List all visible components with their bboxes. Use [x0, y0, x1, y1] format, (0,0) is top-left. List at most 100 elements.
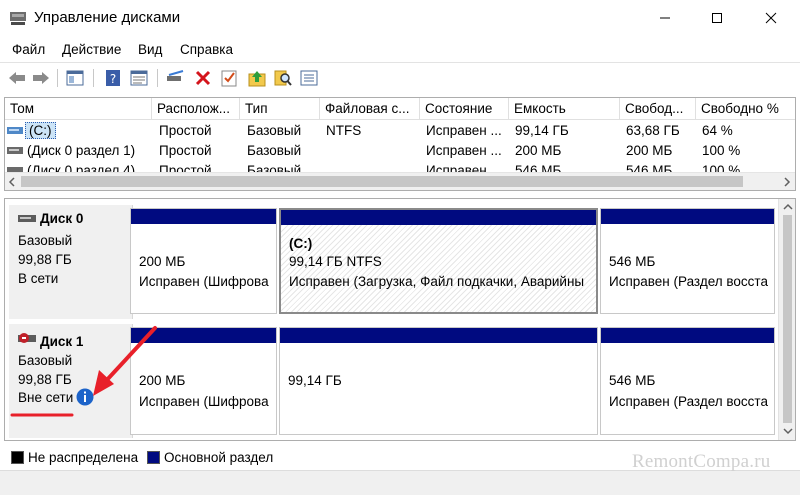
partition-size: 546 МБ: [609, 254, 656, 269]
cell-free-percent: 100 %: [702, 143, 741, 158]
back-button[interactable]: [6, 67, 28, 89]
delete-x-icon: [195, 70, 211, 86]
column-header-volume[interactable]: Том: [5, 98, 152, 120]
column-header-type[interactable]: Тип: [240, 98, 320, 120]
table-row[interactable]: (Диск 0 раздел 4) Простой Базовый Исправ…: [5, 161, 795, 172]
cell-type: Базовый: [247, 123, 302, 138]
cell-status: Исправен ...: [426, 163, 502, 172]
scroll-down-icon[interactable]: [783, 427, 793, 435]
checklist-icon: [221, 70, 237, 87]
back-arrow-icon: [9, 72, 25, 84]
help-icon: ?: [106, 70, 120, 86]
disk-icon: [18, 215, 36, 222]
cell-capacity: 99,14 ГБ: [515, 123, 569, 138]
maximize-button[interactable]: [694, 0, 740, 36]
partition-status: Исправен (Раздел восста: [609, 274, 768, 289]
disk-0-status: В сети: [18, 271, 59, 286]
cell-capacity: 546 МБ: [515, 163, 562, 172]
primary-partition-bar: [601, 328, 774, 343]
legend-unallocated-swatch: [11, 451, 24, 464]
connect-disk-button[interactable]: [164, 67, 186, 89]
disk-graphical-view: Диск 0 Базовый 99,88 ГБ В сети 200 МБ Ис…: [4, 198, 796, 441]
disk-0-name: Диск 0: [40, 211, 84, 226]
column-header-status[interactable]: Состояние: [420, 98, 509, 120]
scroll-left-icon[interactable]: [8, 177, 16, 187]
open-up-button[interactable]: [246, 67, 268, 89]
column-header-layout[interactable]: Располож...: [152, 98, 240, 120]
selected-volume-name: (C:): [25, 122, 56, 139]
cell-capacity: 200 МБ: [515, 143, 562, 158]
column-header-free-space[interactable]: Свобод...: [620, 98, 696, 120]
disk-0-size: 99,88 ГБ: [18, 252, 72, 267]
search-icon: [274, 70, 292, 86]
disk-1-partition-2[interactable]: 99,14 ГБ: [279, 327, 598, 435]
cell-status: Исправен ...: [426, 143, 502, 158]
disk-1-partition-3[interactable]: 546 МБ Исправен (Раздел восста: [600, 327, 775, 435]
offline-disk-icon: [18, 333, 36, 343]
menu-action[interactable]: Действие: [62, 42, 121, 57]
cell-type: Базовый: [247, 163, 302, 172]
properties-view-button[interactable]: [128, 67, 150, 89]
disk-1-type: Базовый: [18, 353, 73, 368]
help-button[interactable]: ?: [102, 67, 124, 89]
primary-partition-bar: [131, 209, 276, 224]
disk-1-size: 99,88 ГБ: [18, 372, 72, 387]
toolbar: ?: [0, 62, 800, 92]
table-row[interactable]: (C:) Простой Базовый NTFS Исправен ... 9…: [5, 121, 795, 141]
table-row[interactable]: (Диск 0 раздел 1) Простой Базовый Исправ…: [5, 141, 795, 161]
vertical-scrollbar[interactable]: [778, 199, 795, 440]
title-bar: Управление дисками: [0, 0, 800, 36]
status-bar: [0, 470, 800, 495]
cell-filesystem: [326, 161, 418, 172]
volume-drive-icon: [7, 127, 23, 134]
cell-layout: Простой: [159, 143, 212, 158]
delete-button[interactable]: [192, 67, 214, 89]
console-tree-button[interactable]: [64, 67, 86, 89]
partition-status: Исправен (Шифрова: [139, 274, 269, 289]
menu-help[interactable]: Справка: [180, 42, 233, 57]
partition-status: Исправен (Загрузка, Файл подкачки, Авари…: [289, 274, 585, 289]
column-header-free-percent[interactable]: Свободно %: [696, 98, 795, 120]
disk-0-partition-1[interactable]: 200 МБ Исправен (Шифрова: [130, 208, 277, 314]
check-disk-button[interactable]: [218, 67, 240, 89]
cell-type: Базовый: [247, 143, 302, 158]
menu-view[interactable]: Вид: [138, 42, 162, 57]
disk-1-label-panel[interactable]: Диск 1 Базовый 99,88 ГБ Вне сети: [9, 324, 133, 438]
partition-status: Исправен (Раздел восста: [609, 394, 768, 409]
scroll-right-icon[interactable]: [783, 177, 791, 187]
disk-0-partition-c[interactable]: (C:) 99,14 ГБ NTFS Исправен (Загрузка, Ф…: [279, 208, 598, 314]
toolbar-separator: [57, 69, 58, 87]
menu-bar: Файл Действие Вид Справка: [0, 37, 800, 61]
maximize-icon: [712, 13, 722, 23]
partition-size: 546 МБ: [609, 373, 656, 388]
menu-file[interactable]: Файл: [12, 42, 45, 57]
close-button[interactable]: [748, 0, 794, 36]
cell-free-percent: 64 %: [702, 123, 733, 138]
forward-arrow-icon: [33, 72, 49, 84]
window-title: Управление дисками: [34, 9, 181, 26]
forward-button[interactable]: [30, 67, 52, 89]
settings-list-button[interactable]: [298, 67, 320, 89]
horizontal-scrollbar[interactable]: [5, 172, 795, 190]
primary-partition-bar: [601, 209, 774, 224]
disk-1-name: Диск 1: [40, 334, 84, 349]
vertical-scrollbar-thumb[interactable]: [783, 215, 792, 423]
horizontal-scrollbar-thumb[interactable]: [21, 176, 743, 187]
properties-view-icon: [130, 70, 148, 86]
disk-0-label-panel[interactable]: Диск 0 Базовый 99,88 ГБ В сети: [9, 205, 133, 319]
column-header-capacity[interactable]: Емкость: [509, 98, 620, 120]
find-button[interactable]: [272, 67, 294, 89]
scroll-up-icon[interactable]: [783, 203, 793, 211]
cell-free-space: 63,68 ГБ: [626, 123, 680, 138]
primary-partition-bar: [131, 328, 276, 343]
disk-0-partition-4[interactable]: 546 МБ Исправен (Раздел восста: [600, 208, 775, 314]
minimize-button[interactable]: [642, 0, 688, 36]
console-tree-icon: [66, 70, 84, 86]
cell-free-space: 546 МБ: [626, 163, 673, 172]
column-header-filesystem[interactable]: Файловая с...: [320, 98, 420, 120]
info-icon[interactable]: [76, 388, 94, 406]
disk-1-partition-1[interactable]: 200 МБ Исправен (Шифрова: [130, 327, 277, 435]
volume-list: Том Располож... Тип Файловая с... Состоя…: [4, 97, 796, 191]
partition-size: 99,14 ГБ: [288, 373, 342, 388]
disk-management-app-icon: [10, 12, 26, 25]
